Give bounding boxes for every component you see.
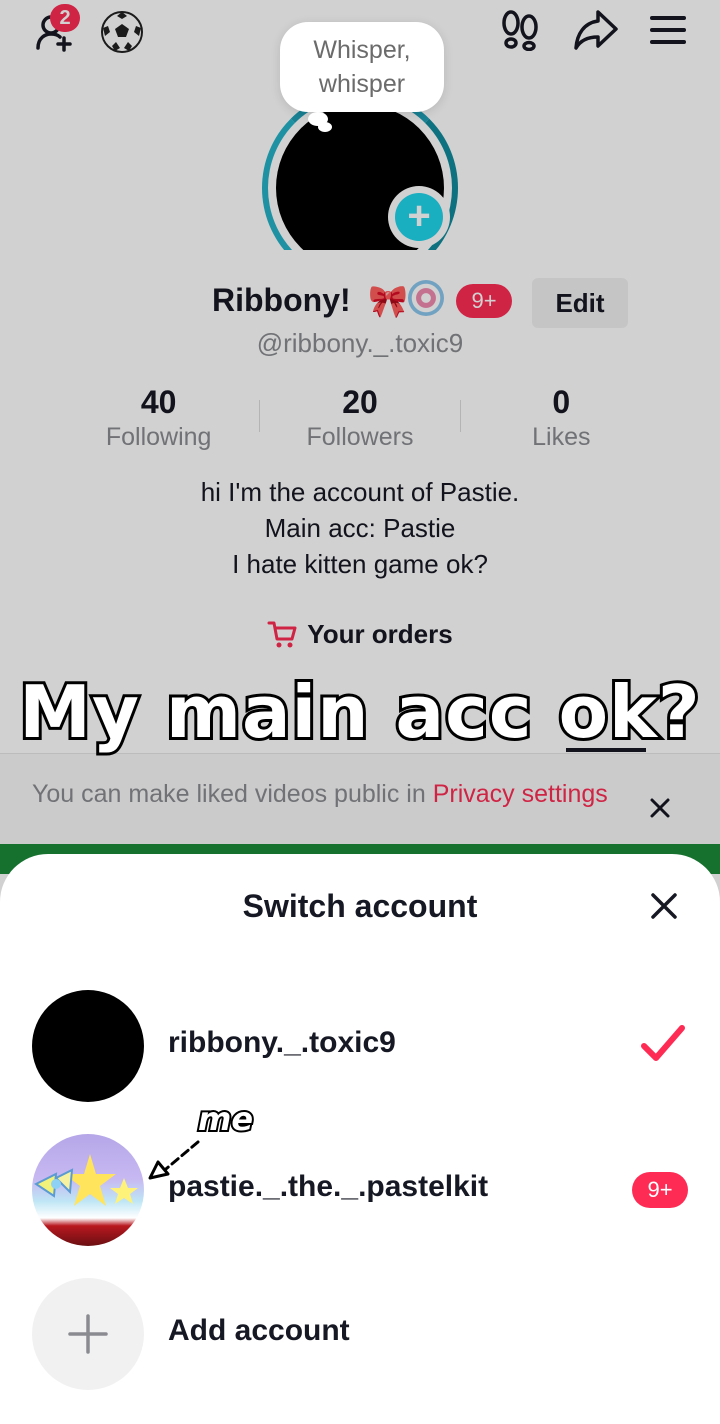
account-notification-badge: 9+ <box>632 1172 688 1208</box>
account-row[interactable]: pastie._.the._.pastelkit 9+ <box>0 1134 720 1246</box>
account-username: pastie._.the._.pastelkit <box>168 1170 489 1203</box>
thought-bubble[interactable]: Whisper, whisper <box>280 22 444 112</box>
sheet-close-button[interactable] <box>646 888 682 924</box>
add-account-row[interactable]: Add account <box>0 1278 720 1390</box>
close-icon <box>651 893 677 919</box>
account-avatar <box>32 990 144 1102</box>
pastel-art-icon <box>34 1154 138 1206</box>
add-account-label: Add account <box>168 1314 350 1347</box>
account-avatar <box>32 1134 144 1246</box>
sheet-title: Switch account <box>242 888 478 924</box>
overlay-caption: My main acc ok? <box>16 667 702 757</box>
thought-bubble-tail-small <box>318 122 332 132</box>
add-account-circle <box>32 1278 144 1390</box>
plus-icon <box>68 1314 108 1354</box>
account-row[interactable]: ribbony._.toxic9 <box>0 990 720 1102</box>
me-annotation: me <box>196 1098 255 1140</box>
account-username: ribbony._.toxic9 <box>168 1026 396 1059</box>
switch-account-sheet: Switch account ribbony._.toxic9 pastie._… <box>0 854 720 1424</box>
arrow-annotation-icon <box>148 1140 200 1180</box>
checkmark-icon <box>641 1025 685 1061</box>
